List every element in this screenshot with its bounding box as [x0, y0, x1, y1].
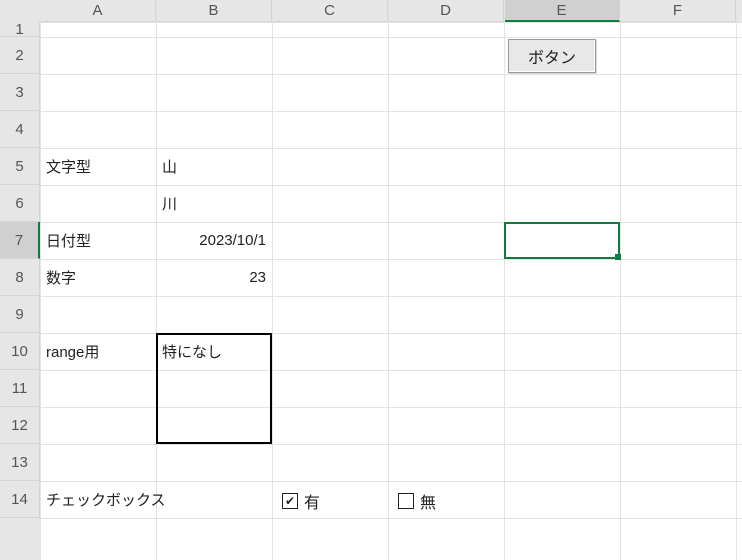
row-header-9[interactable]: 9: [0, 296, 40, 333]
row-header-13[interactable]: 13: [0, 444, 40, 481]
cell-B10[interactable]: 特になし: [156, 333, 272, 370]
row-header-7[interactable]: 7: [0, 222, 40, 259]
cell-A14[interactable]: チェックボックス: [40, 481, 156, 518]
cell-grid[interactable]: 文字型山川日付型2023/10/1数字23range用特になしチェックボックス ボ…: [40, 0, 742, 560]
row-header-14[interactable]: 14: [0, 481, 40, 518]
row-header-11[interactable]: 11: [0, 370, 40, 407]
row-header-1[interactable]: 1: [0, 22, 40, 37]
checkbox-yes[interactable]: 有: [282, 489, 320, 513]
checkbox-label: 有: [304, 489, 320, 513]
row-header-10[interactable]: 10: [0, 333, 40, 370]
spreadsheet[interactable]: ABCDEF 1234567891011121314 文字型山川日付型2023/…: [0, 0, 742, 560]
row-header-12[interactable]: 12: [0, 407, 40, 444]
row-header-2[interactable]: 2: [0, 37, 40, 74]
cell-A7[interactable]: 日付型: [40, 222, 156, 259]
cell-B7[interactable]: 2023/10/1: [156, 222, 272, 259]
row-header-6[interactable]: 6: [0, 185, 40, 222]
cell-B5[interactable]: 山: [156, 148, 272, 185]
checkbox-box-icon[interactable]: [398, 493, 414, 509]
active-cell-indicator: [504, 222, 620, 259]
row-header-8[interactable]: 8: [0, 259, 40, 296]
checkbox-label: 無: [420, 489, 436, 513]
row-header-5[interactable]: 5: [0, 148, 40, 185]
cell-A5[interactable]: 文字型: [40, 148, 156, 185]
cell-B6[interactable]: 川: [156, 185, 272, 222]
row-header-3[interactable]: 3: [0, 74, 40, 111]
checkbox-no[interactable]: 無: [398, 489, 436, 513]
row-header-col: 1234567891011121314: [0, 0, 40, 560]
row-header-4[interactable]: 4: [0, 111, 40, 148]
cell-A8[interactable]: 数字: [40, 259, 156, 296]
cell-A10[interactable]: range用: [40, 333, 156, 370]
cell-B8[interactable]: 23: [156, 259, 272, 296]
checkbox-box-icon[interactable]: [282, 493, 298, 509]
macro-button[interactable]: ボタン: [508, 39, 596, 73]
